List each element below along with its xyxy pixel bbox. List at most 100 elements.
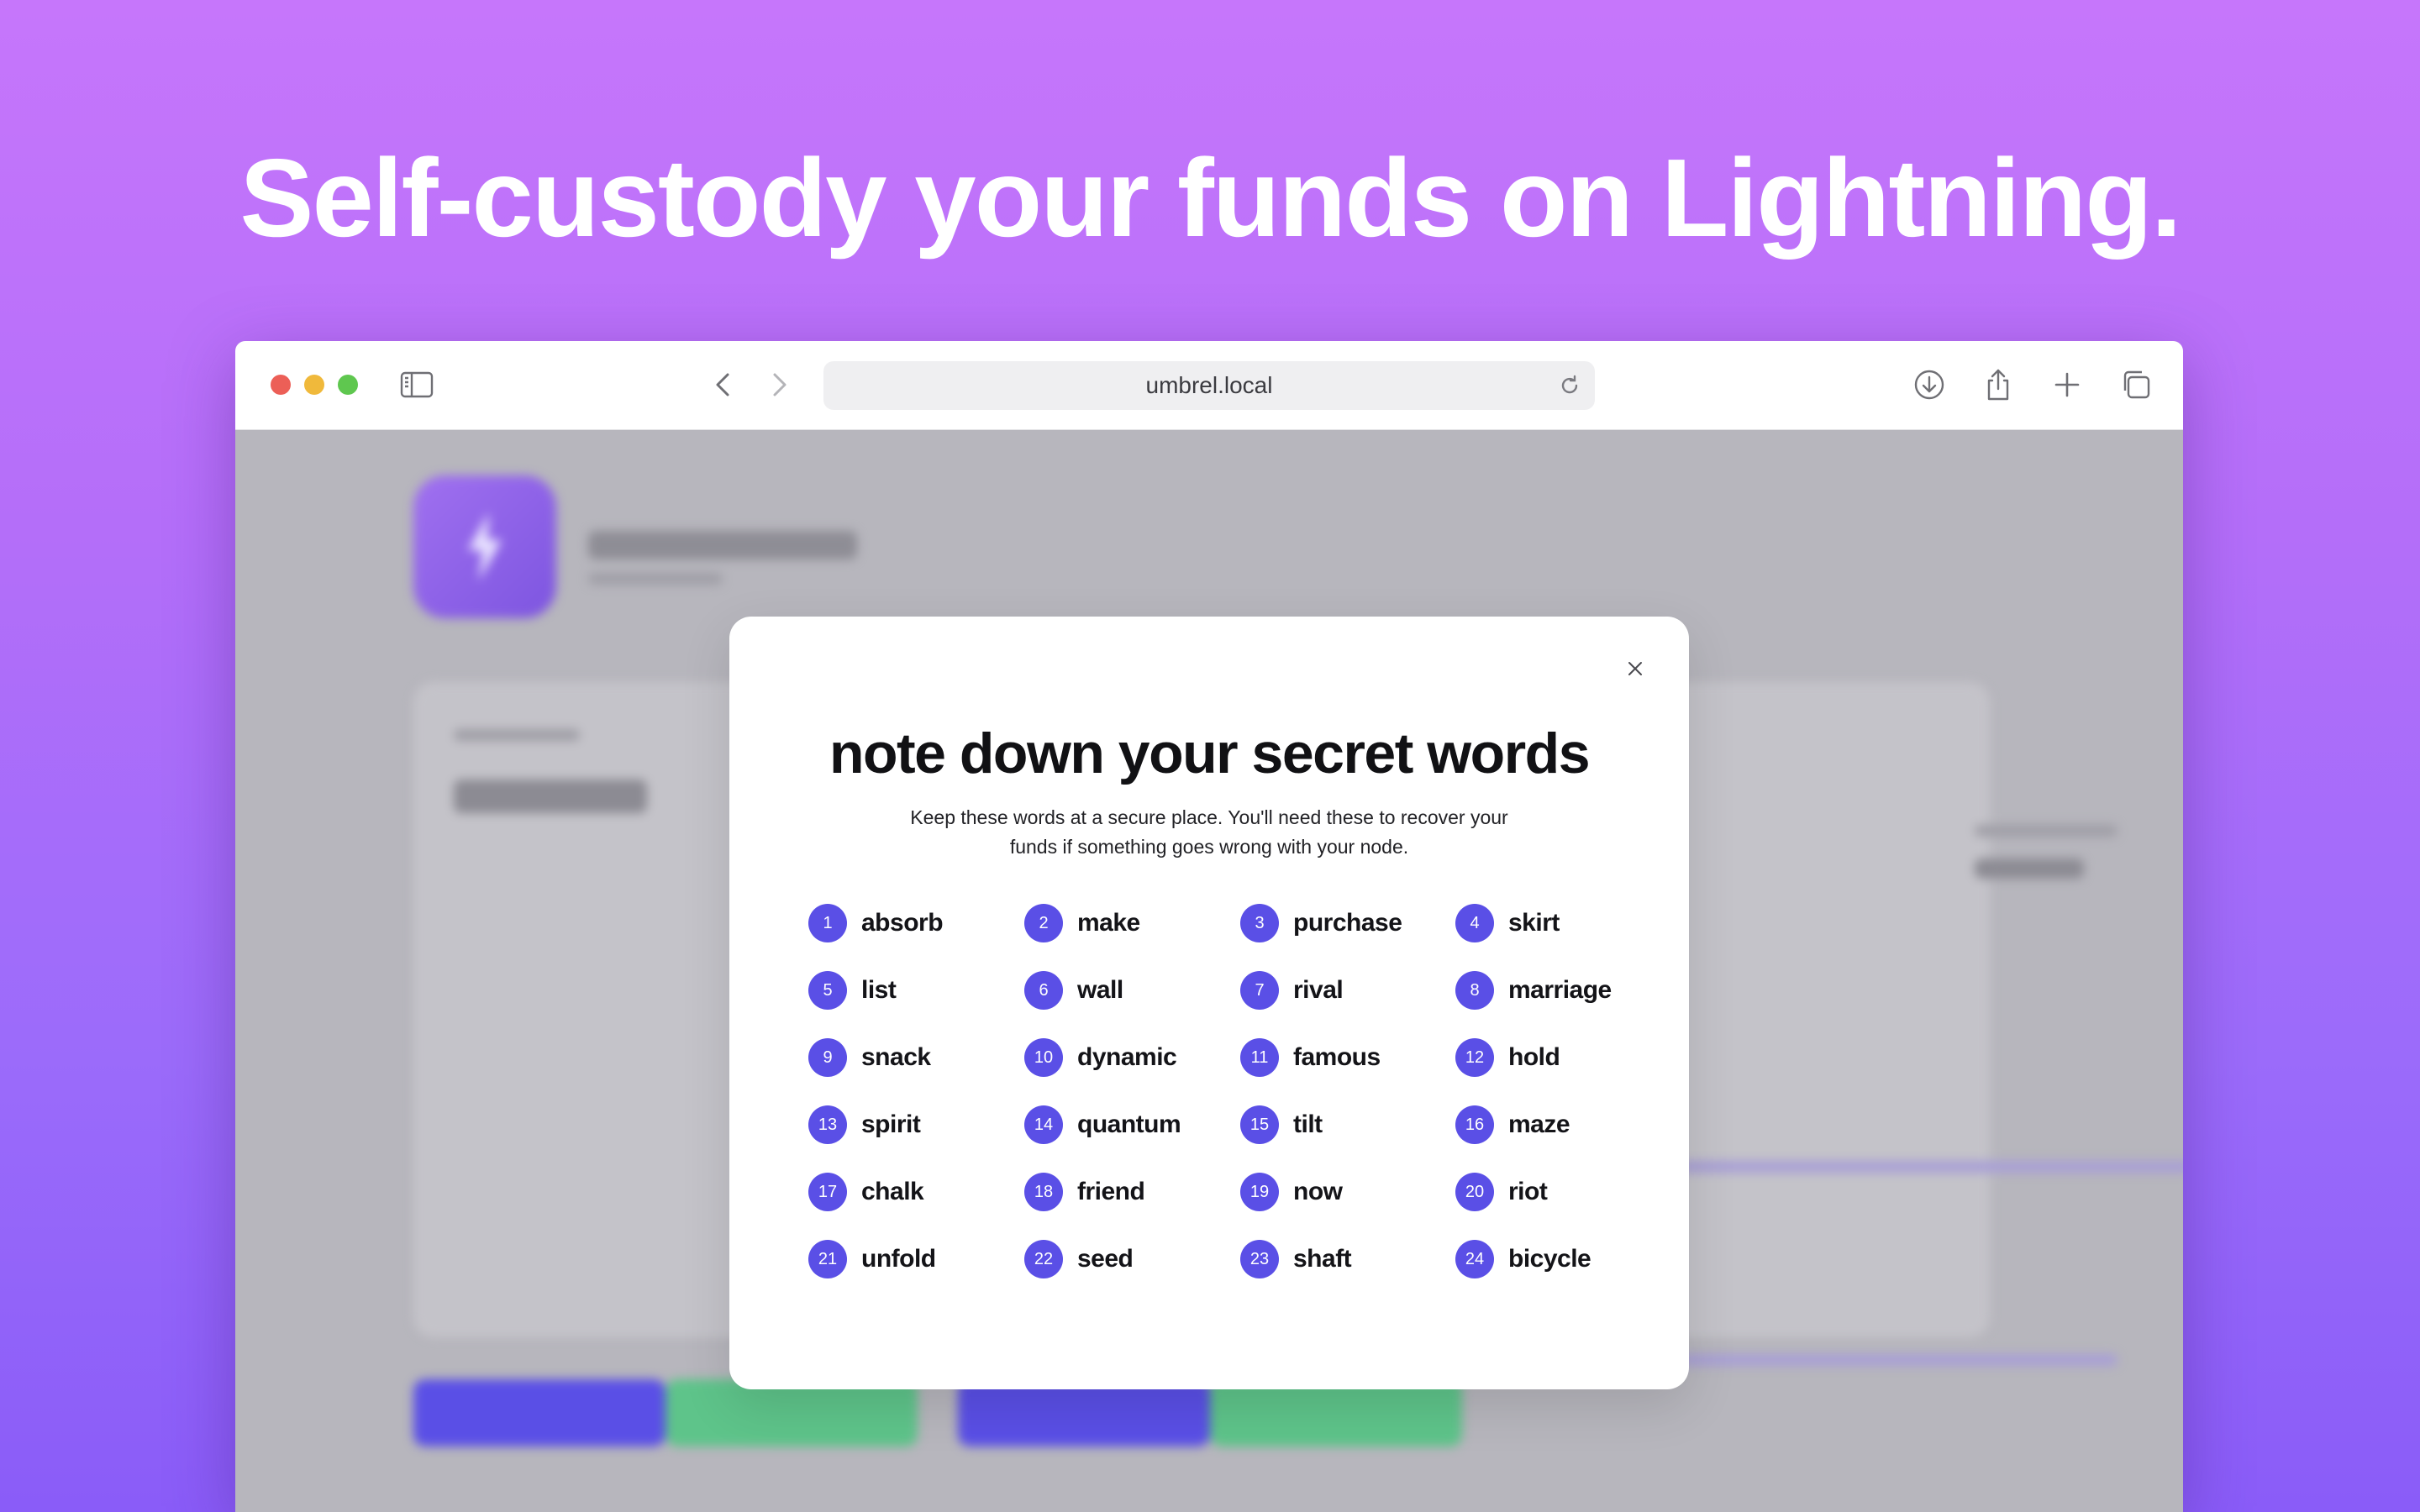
word-number-badge: 18 <box>1024 1173 1063 1211</box>
word-number-badge: 4 <box>1455 904 1494 942</box>
word-number-badge: 1 <box>808 904 847 942</box>
word-number-badge: 6 <box>1024 971 1063 1010</box>
reload-icon[interactable] <box>1558 374 1581 397</box>
secret-word: make <box>1077 909 1140 937</box>
word-number-badge: 7 <box>1240 971 1279 1010</box>
word-number-badge: 2 <box>1024 904 1063 942</box>
minimize-window-button[interactable] <box>304 375 324 395</box>
secret-word: quantum <box>1077 1110 1181 1138</box>
word-number-badge: 8 <box>1455 971 1494 1010</box>
blurred-button <box>958 1379 1210 1446</box>
secret-word-item: 16 maze <box>1455 1105 1570 1144</box>
app-icon <box>413 475 556 618</box>
address-bar[interactable]: umbrel.local <box>823 361 1595 410</box>
secret-word: skirt <box>1508 909 1560 937</box>
secret-word-item: 2 make <box>1024 904 1140 942</box>
word-number-badge: 20 <box>1455 1173 1494 1211</box>
secret-word: bicycle <box>1508 1245 1591 1273</box>
word-number-badge: 19 <box>1240 1173 1279 1211</box>
word-number-badge: 9 <box>808 1038 847 1077</box>
secret-word-item: 5 list <box>808 971 897 1010</box>
secret-word: chalk <box>861 1178 924 1205</box>
secret-word-item: 8 marriage <box>1455 971 1612 1010</box>
secret-word-item: 4 skirt <box>1455 904 1560 942</box>
secret-word: wall <box>1077 976 1123 1004</box>
secret-word: riot <box>1508 1178 1548 1205</box>
secret-word: purchase <box>1293 909 1402 937</box>
secret-word-grid: 1 absorb 2 make 3 purchase 4 skirt 5 list 6 wall 7 ri… <box>729 617 1689 1389</box>
secret-word-item: 11 famous <box>1240 1038 1381 1077</box>
chevron-left-icon[interactable] <box>706 366 743 403</box>
plus-icon[interactable] <box>2049 366 2086 403</box>
secret-word-item: 24 bicycle <box>1455 1240 1591 1278</box>
blurred-button <box>666 1379 918 1446</box>
word-number-badge: 21 <box>808 1240 847 1278</box>
headline: Self-custody your funds on Lightning. <box>239 136 2181 260</box>
secret-word: spirit <box>861 1110 921 1138</box>
word-number-badge: 3 <box>1240 904 1279 942</box>
sidebar-icon[interactable] <box>398 366 435 403</box>
chevron-right-icon[interactable] <box>760 366 797 403</box>
browser-window: umbrel.local note down your secret words… <box>235 341 2183 1512</box>
secret-word: marriage <box>1508 976 1612 1004</box>
tabs-overview-icon[interactable] <box>2118 366 2154 403</box>
secret-word-item: 17 chalk <box>808 1173 924 1211</box>
blurred-subtitle <box>588 573 723 585</box>
word-number-badge: 13 <box>808 1105 847 1144</box>
secret-word-item: 15 tilt <box>1240 1105 1323 1144</box>
blurred-channel-bar <box>1681 1354 2118 1366</box>
secret-word: maze <box>1508 1110 1570 1138</box>
download-icon[interactable] <box>1911 366 1948 403</box>
close-window-button[interactable] <box>271 375 291 395</box>
word-number-badge: 22 <box>1024 1240 1063 1278</box>
word-number-badge: 17 <box>808 1173 847 1211</box>
secret-word-item: 1 absorb <box>808 904 944 942</box>
word-number-badge: 12 <box>1455 1038 1494 1077</box>
secret-word: rival <box>1293 976 1344 1004</box>
secret-word-item: 19 now <box>1240 1173 1343 1211</box>
fullscreen-window-button[interactable] <box>338 375 358 395</box>
blurred-text <box>454 729 580 741</box>
word-number-badge: 15 <box>1240 1105 1279 1144</box>
blurred-channel-bar <box>1681 1161 2183 1173</box>
secret-word: unfold <box>861 1245 936 1273</box>
word-number-badge: 16 <box>1455 1105 1494 1144</box>
secret-word: hold <box>1508 1043 1560 1071</box>
secret-word-item: 20 riot <box>1455 1173 1548 1211</box>
secret-word: seed <box>1077 1245 1134 1273</box>
blurred-text <box>1975 858 2084 879</box>
word-number-badge: 24 <box>1455 1240 1494 1278</box>
secret-word-item: 12 hold <box>1455 1038 1560 1077</box>
secret-words-modal: note down your secret words Keep these w… <box>729 617 1689 1389</box>
secret-word-item: 18 friend <box>1024 1173 1145 1211</box>
word-number-badge: 11 <box>1240 1038 1279 1077</box>
word-number-badge: 10 <box>1024 1038 1063 1077</box>
word-number-badge: 23 <box>1240 1240 1279 1278</box>
blurred-title <box>588 531 857 559</box>
secret-word-item: 23 shaft <box>1240 1240 1352 1278</box>
secret-word: snack <box>861 1043 931 1071</box>
share-icon[interactable] <box>1980 366 2017 403</box>
secret-word-item: 22 seed <box>1024 1240 1134 1278</box>
secret-word-item: 10 dynamic <box>1024 1038 1177 1077</box>
secret-word: friend <box>1077 1178 1145 1205</box>
secret-word: list <box>861 976 897 1004</box>
blurred-button <box>413 1379 666 1446</box>
secret-word-item: 13 spirit <box>808 1105 921 1144</box>
blurred-button <box>1210 1379 1462 1446</box>
secret-word: tilt <box>1293 1110 1323 1138</box>
secret-word-item: 3 purchase <box>1240 904 1402 942</box>
secret-word-item: 7 rival <box>1240 971 1344 1010</box>
bolt-icon <box>468 512 502 581</box>
word-number-badge: 5 <box>808 971 847 1010</box>
secret-word-item: 21 unfold <box>808 1240 936 1278</box>
blurred-balance <box>454 780 647 813</box>
secret-word: famous <box>1293 1043 1381 1071</box>
blurred-text <box>1975 825 2118 837</box>
secret-word: dynamic <box>1077 1043 1177 1071</box>
secret-word-item: 9 snack <box>808 1038 931 1077</box>
browser-toolbar: umbrel.local <box>235 341 2183 430</box>
word-number-badge: 14 <box>1024 1105 1063 1144</box>
secret-word-item: 6 wall <box>1024 971 1123 1010</box>
secret-word: shaft <box>1293 1245 1352 1273</box>
